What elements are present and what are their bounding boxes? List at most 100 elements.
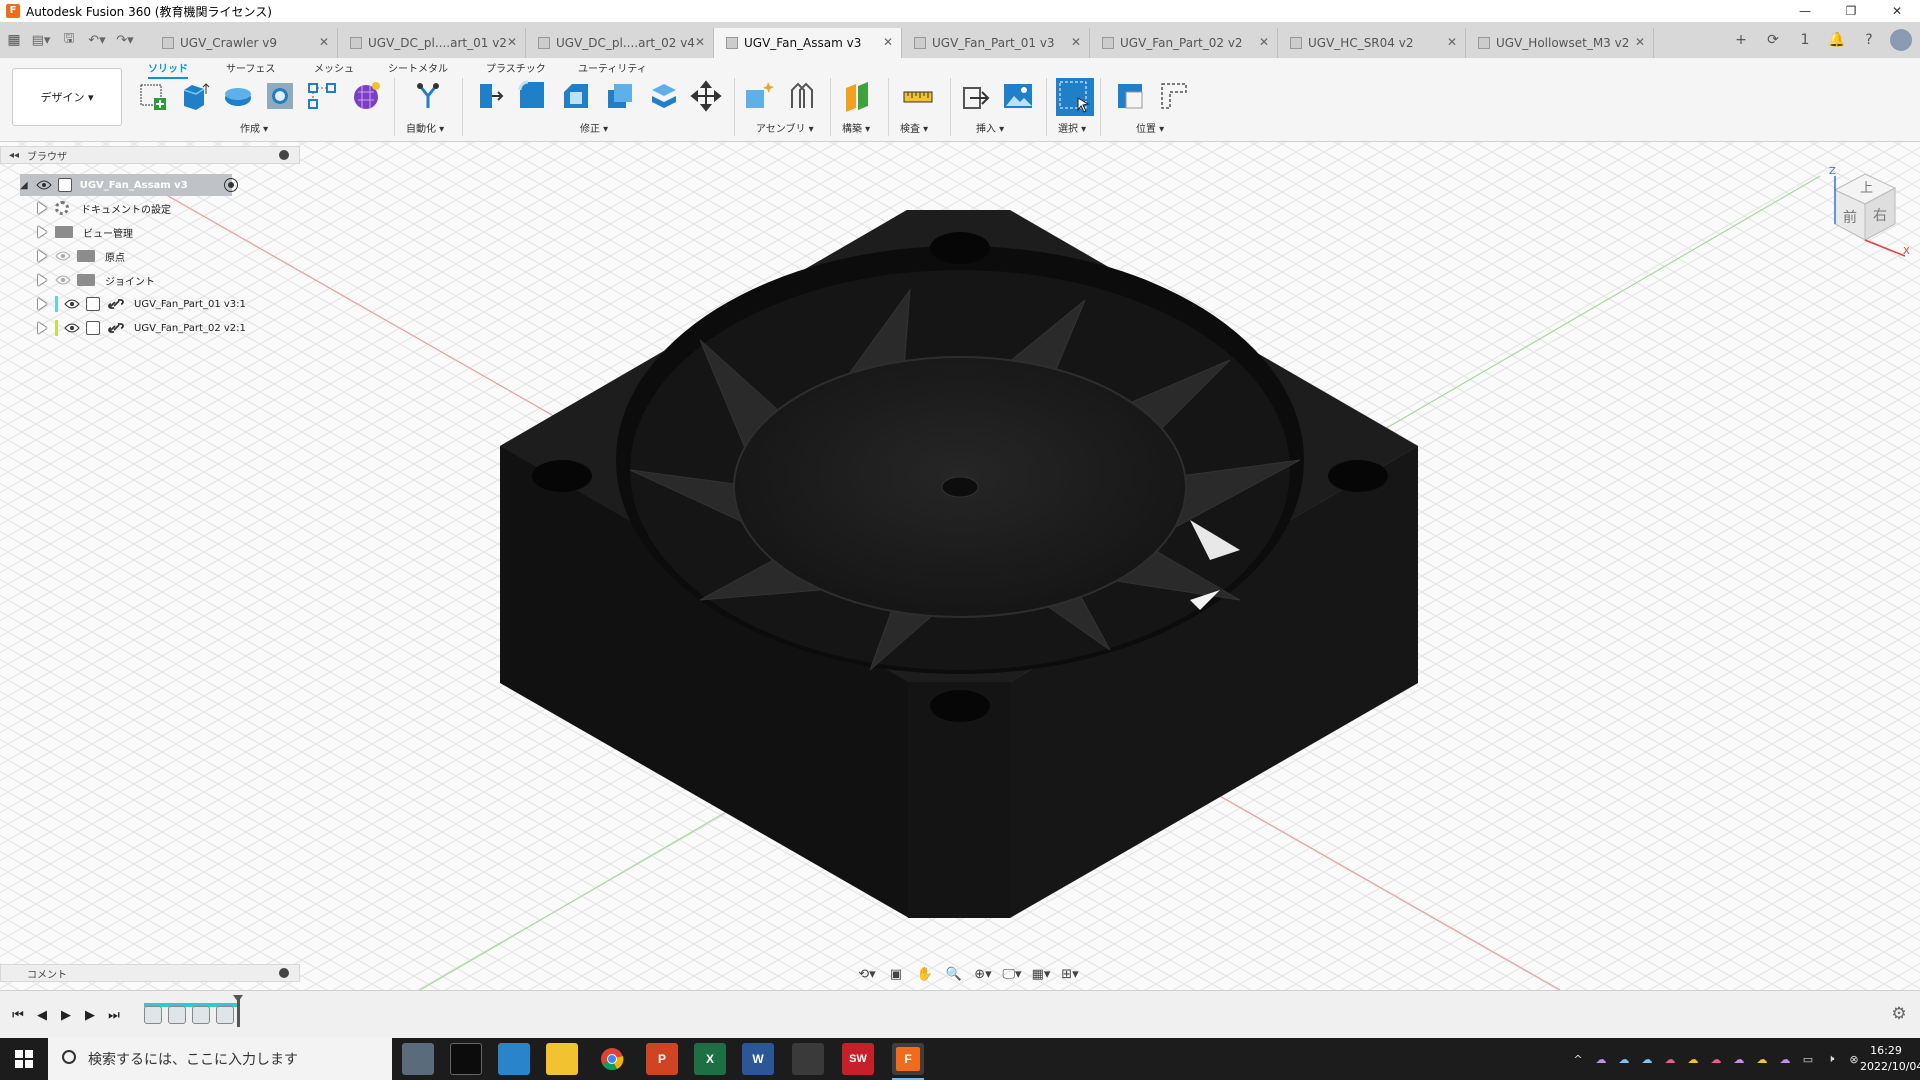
timeline-feature-component[interactable]: [192, 1006, 210, 1024]
tab-close-icon[interactable]: ✕: [1635, 35, 1645, 49]
new-tab-icon[interactable]: +: [1730, 29, 1752, 51]
combine-icon[interactable]: [648, 80, 680, 112]
collapse-root-icon[interactable]: ◢: [20, 180, 28, 191]
go-to-end-icon[interactable]: ⏭: [104, 1005, 124, 1025]
taskbar-app-notepad[interactable]: [498, 1043, 530, 1075]
group-position[interactable]: 位置 ▾: [1136, 120, 1164, 135]
timeline-feature-joint[interactable]: [216, 1006, 234, 1024]
tab-ugv-fan-assam[interactable]: UGV_Fan_Assam v3 ✕: [714, 28, 902, 58]
hidden-eye-icon[interactable]: [55, 251, 71, 261]
windows-start-button[interactable]: [0, 1038, 48, 1080]
taskbar-clock[interactable]: 16:29 2022/10/04: [1860, 1043, 1920, 1075]
tab-ugv-dc-part-01[interactable]: UGV_DC_pl....art_01 v2 ✕: [338, 28, 526, 58]
view-cube[interactable]: 上 前 右 Z X: [1805, 160, 1915, 260]
timeline-settings-gear-icon[interactable]: ⚙: [1888, 1003, 1910, 1025]
visibility-eye-icon[interactable]: [64, 323, 80, 333]
tab-ugv-crawler[interactable]: UGV_Crawler v9 ✕: [150, 28, 338, 58]
step-back-icon[interactable]: ◀: [32, 1005, 52, 1025]
tray-cloud-icon[interactable]: ☁: [1733, 1053, 1745, 1066]
visibility-eye-icon[interactable]: [64, 299, 80, 309]
go-to-start-icon[interactable]: ⏮: [8, 1005, 28, 1025]
browser-item-named-views[interactable]: ビュー管理: [38, 221, 133, 243]
help-icon[interactable]: ?: [1858, 29, 1880, 51]
expand-icon[interactable]: [38, 274, 47, 286]
tab-ugv-fan-part-01[interactable]: UGV_Fan_Part_01 v3 ✕: [902, 28, 1090, 58]
tab-solid[interactable]: ソリッド: [148, 60, 188, 79]
revert-position-icon[interactable]: [1158, 80, 1190, 112]
tab-close-icon[interactable]: ✕: [883, 35, 893, 49]
press-pull-icon[interactable]: [472, 80, 504, 112]
group-construct[interactable]: 構築 ▾: [842, 120, 870, 135]
grid-settings-icon[interactable]: ▦▾: [1030, 964, 1052, 984]
browser-item-fan-part-01[interactable]: UGV_Fan_Part_01 v3:1: [38, 293, 246, 315]
capture-position-icon[interactable]: [1114, 80, 1146, 112]
pan-icon[interactable]: ✋: [914, 964, 936, 984]
tab-ugv-hollowset-m3[interactable]: UGV_Hollowset_M3 v2 ✕: [1466, 28, 1654, 58]
hidden-eye-icon[interactable]: [55, 275, 71, 285]
tab-close-icon[interactable]: ✕: [1447, 35, 1457, 49]
insert-derive-icon[interactable]: [960, 80, 992, 112]
taskbar-app-terminal[interactable]: [450, 1043, 482, 1075]
create-form-icon[interactable]: [350, 80, 382, 112]
ime-icon[interactable]: ⊗: [1848, 1053, 1860, 1066]
notification-icon[interactable]: 🔔: [1826, 29, 1848, 51]
tab-close-icon[interactable]: ✕: [507, 35, 517, 49]
add-comment-icon[interactable]: [279, 968, 289, 978]
viewports-icon[interactable]: ⊞▾: [1059, 964, 1081, 984]
taskbar-app-excel[interactable]: X: [694, 1043, 726, 1075]
group-select[interactable]: 選択 ▾: [1058, 120, 1086, 135]
group-modify[interactable]: 修正 ▾: [580, 120, 608, 135]
close-window-button[interactable]: ✕: [1874, 0, 1920, 22]
tab-close-icon[interactable]: ✕: [1259, 35, 1269, 49]
group-create[interactable]: 作成 ▾: [240, 120, 268, 135]
tab-utility[interactable]: ユーティリティ: [578, 60, 647, 77]
job-status-icon[interactable]: 1: [1794, 29, 1816, 51]
group-assemble[interactable]: アセンブリ ▾: [756, 120, 814, 135]
shell-icon[interactable]: [604, 80, 636, 112]
tray-cloud-icon[interactable]: ☁: [1687, 1053, 1699, 1066]
app-grid-icon[interactable]: ▦: [0, 22, 28, 58]
undo-icon[interactable]: ↶▾: [84, 25, 110, 55]
browser-item-fan-part-02[interactable]: UGV_Fan_Part_02 v2:1: [38, 317, 246, 339]
taskbar-app-file-explorer[interactable]: [546, 1043, 578, 1075]
tab-close-icon[interactable]: ✕: [695, 35, 705, 49]
activate-radio-icon[interactable]: [224, 178, 238, 192]
tab-surface[interactable]: サーフェス: [226, 60, 275, 77]
tray-expand-icon[interactable]: ^: [1572, 1053, 1584, 1066]
tab-close-icon[interactable]: ✕: [1071, 35, 1081, 49]
fit-icon[interactable]: ⊕▾: [972, 964, 994, 984]
orbit-icon[interactable]: ⟲▾: [856, 964, 878, 984]
insert-canvas-icon[interactable]: [1002, 80, 1034, 112]
taskbar-search-box[interactable]: 検索するには、ここに入力します: [48, 1038, 392, 1080]
zoom-icon[interactable]: 🔍: [943, 964, 965, 984]
comments-panel[interactable]: コメント: [0, 964, 300, 982]
offset-plane-icon[interactable]: [842, 80, 874, 112]
online-status-icon[interactable]: ⟳: [1762, 29, 1784, 51]
fillet-icon[interactable]: [516, 80, 548, 112]
taskbar-app-word[interactable]: W: [742, 1043, 774, 1075]
redo-icon[interactable]: ↷▾: [112, 25, 138, 55]
tab-close-icon[interactable]: ✕: [319, 35, 329, 49]
expand-icon[interactable]: [38, 298, 47, 310]
restore-button[interactable]: ❐: [1828, 0, 1874, 22]
move-icon[interactable]: [690, 80, 722, 112]
timeline-feature-joint[interactable]: [168, 1006, 186, 1024]
browser-item-document-settings[interactable]: ドキュメントの設定: [38, 197, 171, 219]
measure-icon[interactable]: [902, 80, 934, 112]
timeline-feature-component[interactable]: [144, 1006, 162, 1024]
file-menu-icon[interactable]: ▤▾: [28, 25, 54, 55]
tray-cloud-icon[interactable]: ☁: [1779, 1053, 1791, 1066]
speaker-icon[interactable]: 🕨: [1825, 1052, 1837, 1065]
tab-mesh[interactable]: メッシュ: [314, 60, 354, 77]
new-component-icon[interactable]: [742, 80, 774, 112]
workspace-switcher[interactable]: デザイン ▾: [12, 68, 122, 126]
browser-options-icon[interactable]: [279, 150, 289, 160]
minimize-button[interactable]: —: [1782, 0, 1828, 22]
group-automate[interactable]: 自動化 ▾: [406, 120, 444, 135]
tray-cloud-icon[interactable]: ☁: [1618, 1053, 1630, 1066]
expand-icon[interactable]: [38, 202, 47, 214]
browser-root[interactable]: ◢ UGV_Fan_Assam v3: [20, 174, 232, 196]
save-icon[interactable]: 🖫: [56, 25, 82, 55]
tab-ugv-dc-part-02[interactable]: UGV_DC_pl....art_02 v4 ✕: [526, 28, 714, 58]
tray-cloud-icon[interactable]: ☁: [1595, 1053, 1607, 1066]
